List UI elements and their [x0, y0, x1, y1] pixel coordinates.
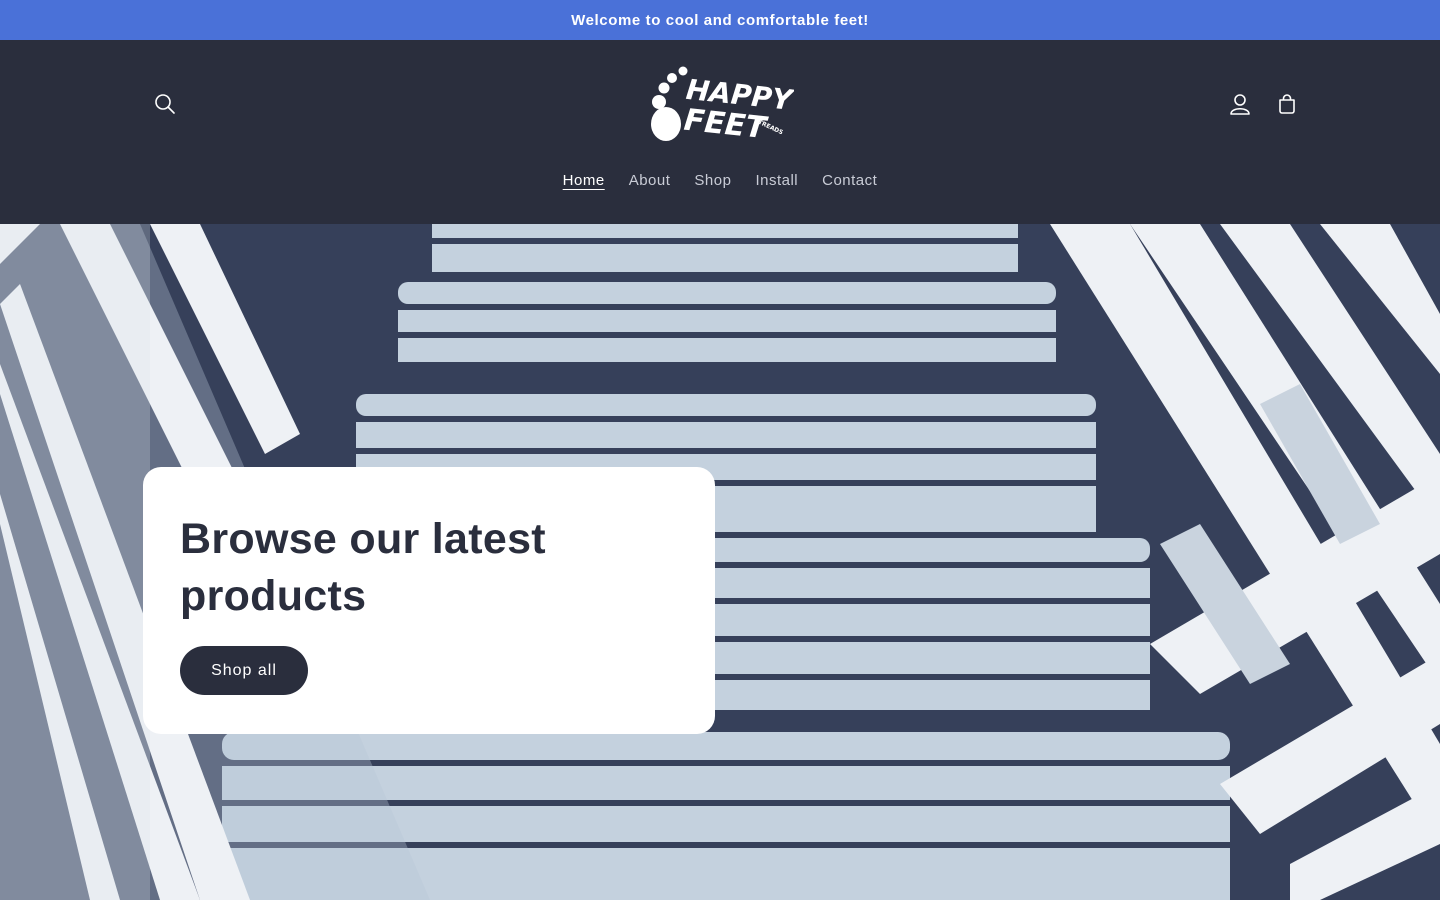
site-header: HAPPY FEET TREADS Home About Shop Instal… [0, 40, 1440, 224]
hero-title: Browse our latest products [180, 515, 546, 620]
nav-item-about[interactable]: About [617, 168, 683, 193]
nav-item-shop[interactable]: Shop [682, 168, 743, 193]
announcement-bar: Welcome to cool and comfortable feet! [0, 0, 1440, 40]
hero-banner: Browse our latest products Shop all [0, 224, 1440, 900]
shop-all-button[interactable]: Shop all [180, 646, 308, 695]
hero-content-card: Browse our latest products Shop all [143, 467, 715, 734]
site-logo[interactable]: HAPPY FEET TREADS [646, 64, 796, 146]
nav-item-contact[interactable]: Contact [810, 168, 889, 193]
cart-icon [1279, 94, 1295, 114]
user-icon [1230, 94, 1250, 115]
search-icon [155, 94, 175, 114]
search-button[interactable] [143, 82, 187, 126]
main-nav: Home About Shop Install Contact [0, 168, 1440, 193]
announcement-text: Welcome to cool and comfortable feet! [571, 11, 869, 29]
nav-item-home[interactable]: Home [551, 168, 617, 193]
account-button[interactable] [1218, 82, 1262, 126]
nav-item-install[interactable]: Install [743, 168, 810, 193]
cart-button[interactable] [1265, 82, 1309, 126]
